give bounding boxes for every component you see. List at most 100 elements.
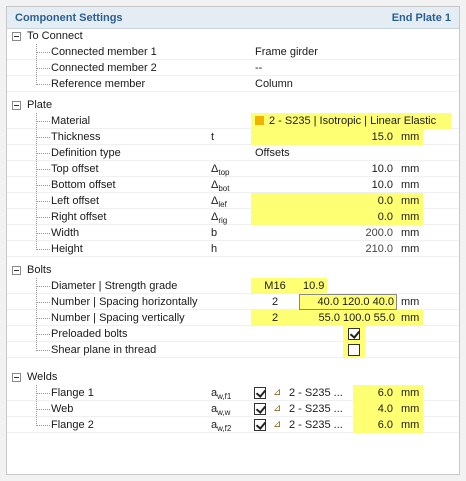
row-diameter-grade[interactable]: Diameter | Strength grade M16 10.9 — [7, 278, 459, 294]
section-to-connect[interactable]: To Connect — [7, 29, 459, 44]
shear-plane-checkbox[interactable] — [348, 344, 360, 357]
section-title: Welds — [27, 371, 58, 383]
row-right-offset[interactable]: Right offset Δrig 0.0 mm — [7, 209, 459, 225]
fillet-weld-icon[interactable]: ⊿ — [273, 401, 281, 417]
bolt-spacing-vertical-input[interactable]: 55.0 100.0 55.0 — [299, 310, 397, 326]
collapse-toggle-icon[interactable] — [12, 32, 21, 41]
row-label: Flange 2 — [51, 419, 94, 431]
unit-label: mm — [401, 227, 420, 239]
section-title: To Connect — [27, 30, 83, 42]
row-shear-plane[interactable]: Shear plane in thread — [7, 342, 459, 358]
row-label: Material — [51, 115, 91, 127]
row-definition-type[interactable]: Definition type Offsets — [7, 145, 459, 161]
bolt-grade-select[interactable]: 10.9 — [299, 278, 327, 294]
bottom-offset-input[interactable]: 10.0 — [251, 177, 397, 193]
unit-label: mm — [397, 310, 423, 326]
section-title: Plate — [27, 99, 53, 111]
weld-thickness-input[interactable]: 4.0 — [353, 401, 397, 417]
left-offset-input[interactable]: 0.0 — [251, 193, 397, 209]
row-spacing-vertical[interactable]: Number | Spacing vertically 2 55.0 100.0… — [7, 310, 459, 326]
row-label: Shear plane in thread — [51, 344, 157, 356]
row-top-offset[interactable]: Top offset Δtop 10.0 mm — [7, 161, 459, 177]
row-thickness[interactable]: Thickness t 15.0 mm — [7, 129, 459, 145]
bolt-number-vertical-input[interactable]: 2 — [251, 310, 299, 326]
fillet-weld-icon[interactable]: ⊿ — [273, 417, 281, 433]
height-value: 210.0 — [365, 243, 393, 255]
top-offset-input[interactable]: 10.0 — [251, 161, 397, 177]
preloaded-checkbox[interactable] — [348, 328, 360, 341]
section-bolts[interactable]: Bolts — [7, 263, 459, 278]
right-offset-input[interactable]: 0.0 — [251, 209, 397, 225]
row-symbol: t — [211, 131, 215, 143]
row-label: Right offset — [51, 211, 107, 223]
bolt-spacing-horizontal-input[interactable]: 40.0 120.0 40.0 — [299, 294, 397, 310]
row-spacing-horizontal[interactable]: Number | Spacing horizontally 2 40.0 120… — [7, 294, 459, 310]
row-label: Height — [51, 243, 83, 255]
row-preloaded-bolts[interactable]: Preloaded bolts — [7, 326, 459, 342]
panel-header: Component Settings End Plate 1 — [7, 7, 459, 29]
width-value: 200.0 — [365, 227, 393, 239]
row-label: Thickness — [51, 131, 101, 143]
material-color-swatch — [255, 115, 264, 125]
row-symbol: h — [211, 243, 218, 255]
component-name: End Plate 1 — [391, 11, 451, 24]
weld-enabled-checkbox[interactable] — [254, 387, 266, 399]
row-value[interactable]: Column — [255, 76, 293, 92]
row-height[interactable]: Height h 210.0 mm — [7, 241, 459, 257]
weld-material[interactable]: 2 - S235 ... — [289, 385, 343, 401]
weld-enabled-checkbox[interactable] — [254, 419, 266, 431]
row-value[interactable]: Frame girder — [255, 44, 318, 60]
row-label: Diameter | Strength grade — [51, 280, 178, 292]
row-weld-web[interactable]: Web aw,w ⊿ 2 - S235 ... 4.0 mm — [7, 401, 459, 417]
shear-plane-cell — [343, 342, 365, 358]
material-value: 2 - S235 | Isotropic | Linear Elastic — [269, 115, 437, 127]
weld-thickness-input[interactable]: 6.0 — [353, 417, 397, 433]
material-select[interactable]: 2 - S235 | Isotropic | Linear Elastic — [251, 113, 451, 129]
weld-enabled-checkbox[interactable] — [254, 403, 266, 415]
row-label: Reference member — [51, 78, 146, 90]
collapse-toggle-icon[interactable] — [12, 101, 21, 110]
row-label: Top offset — [51, 163, 99, 175]
section-title: Bolts — [27, 264, 52, 276]
row-label: Width — [51, 227, 80, 239]
unit-label: mm — [397, 401, 423, 417]
fillet-weld-icon[interactable]: ⊿ — [273, 385, 281, 401]
row-weld-flange-2[interactable]: Flange 2 aw,f2 ⊿ 2 - S235 ... 6.0 mm — [7, 417, 459, 433]
row-label: Preloaded bolts — [51, 328, 128, 340]
unit-label: mm — [401, 163, 420, 175]
thickness-unit: mm — [397, 129, 423, 145]
row-connected-member-2[interactable]: Connected member 2 -- — [7, 60, 459, 76]
weld-material[interactable]: 2 - S235 ... — [289, 417, 343, 433]
row-reference-member[interactable]: Reference member Column — [7, 76, 459, 92]
section-plate[interactable]: Plate — [7, 98, 459, 113]
thickness-input[interactable]: 15.0 — [251, 129, 397, 145]
row-symbol: b — [211, 227, 218, 239]
row-weld-flange-1[interactable]: Flange 1 aw,f1 ⊿ 2 - S235 ... 6.0 mm — [7, 385, 459, 401]
row-bottom-offset[interactable]: Bottom offset Δbot 10.0 mm — [7, 177, 459, 193]
definition-type-select[interactable]: Offsets — [255, 145, 290, 161]
row-material[interactable]: Material 2 - S235 | Isotropic | Linear E… — [7, 113, 459, 129]
row-label: Definition type — [51, 147, 121, 159]
bolt-diameter-select[interactable]: M16 — [251, 278, 299, 294]
component-settings-panel: Component Settings End Plate 1 To Connec… — [6, 6, 460, 475]
row-label: Number | Spacing vertically — [51, 312, 185, 324]
row-label: Bottom offset — [51, 179, 116, 191]
row-connected-member-1[interactable]: Connected member 1 Frame girder — [7, 44, 459, 60]
unit-label: mm — [401, 179, 420, 191]
collapse-toggle-icon[interactable] — [12, 373, 21, 382]
row-value[interactable]: -- — [255, 60, 262, 76]
row-left-offset[interactable]: Left offset Δlef 0.0 mm — [7, 193, 459, 209]
unit-label: mm — [401, 243, 420, 255]
row-label: Flange 1 — [51, 387, 94, 399]
weld-material[interactable]: 2 - S235 ... — [289, 401, 343, 417]
row-width[interactable]: Width b 200.0 mm — [7, 225, 459, 241]
collapse-toggle-icon[interactable] — [12, 266, 21, 275]
unit-label: mm — [397, 209, 423, 225]
row-label: Number | Spacing horizontally — [51, 296, 198, 308]
bolt-number-horizontal-input[interactable]: 2 — [251, 294, 299, 310]
section-welds[interactable]: Welds — [7, 370, 459, 385]
panel-title: Component Settings — [15, 11, 123, 24]
row-label: Web — [51, 403, 74, 415]
row-label: Left offset — [51, 195, 100, 207]
weld-thickness-input[interactable]: 6.0 — [353, 385, 397, 401]
